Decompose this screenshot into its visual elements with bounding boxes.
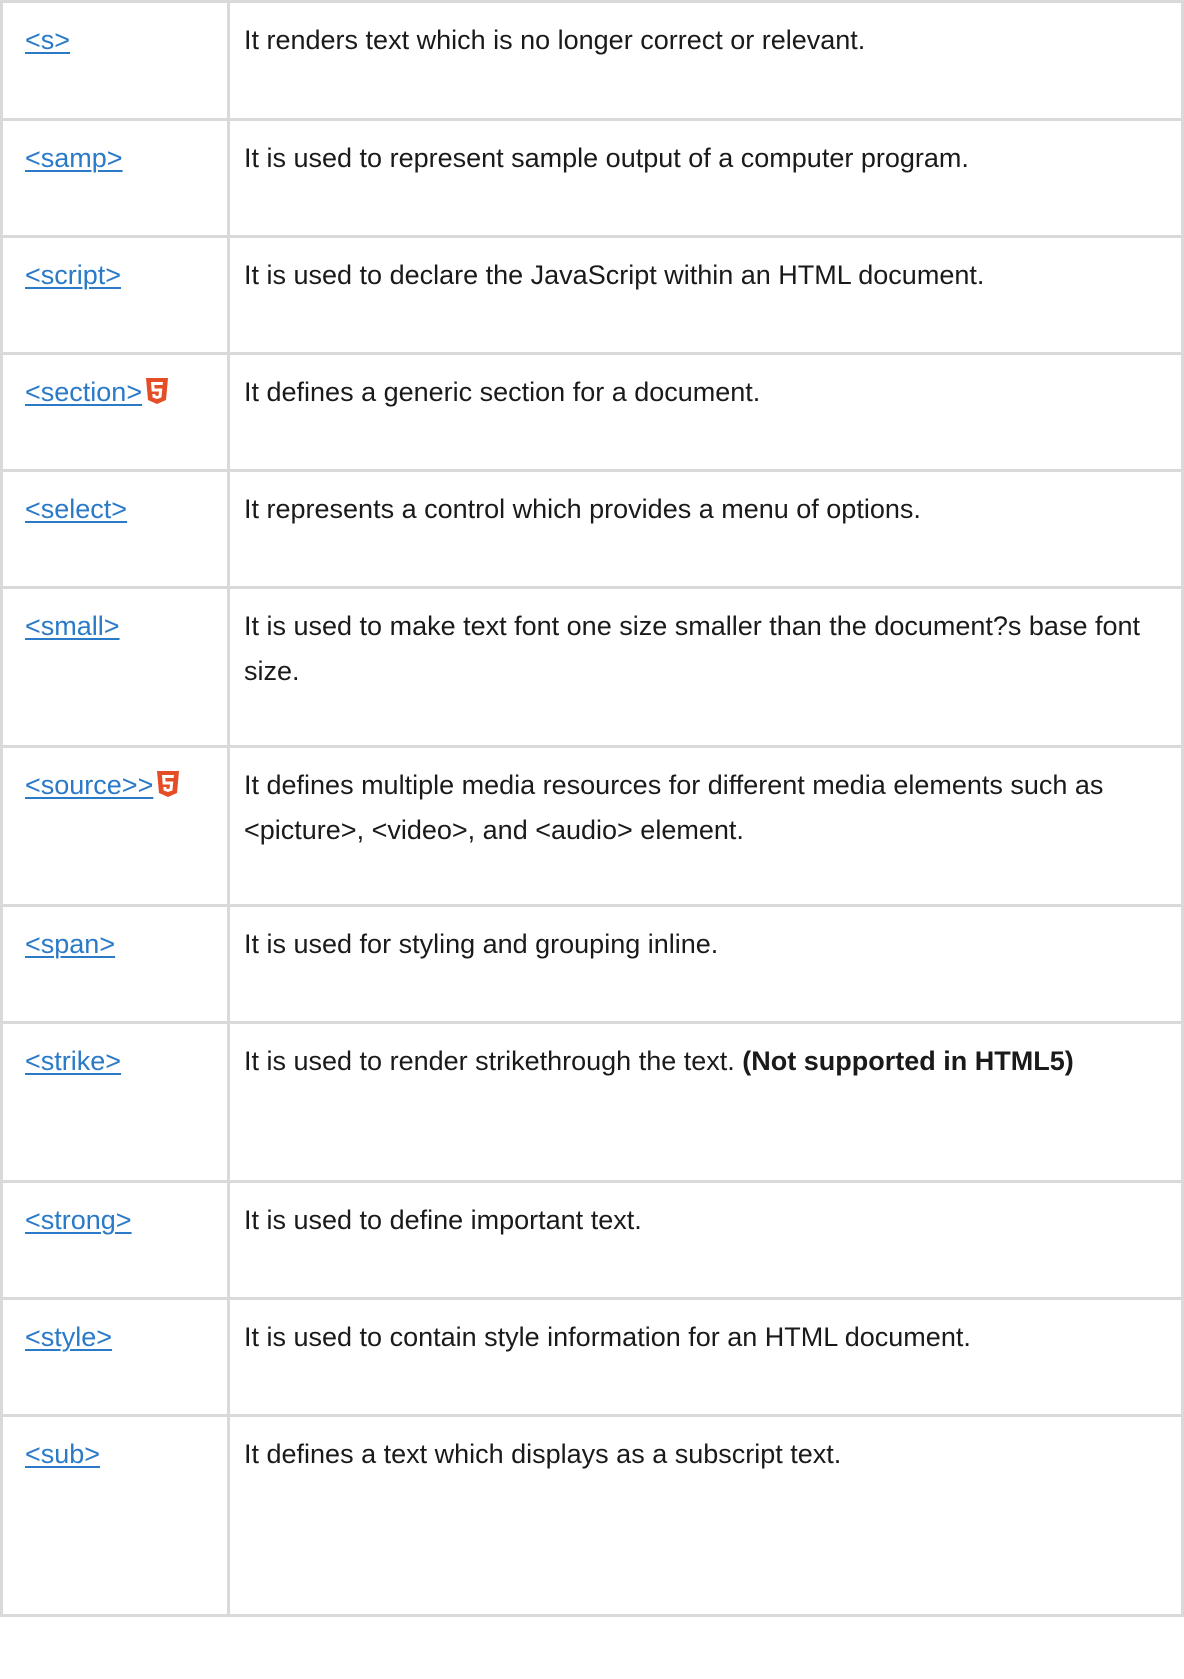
tag-cell: <script> xyxy=(0,235,230,355)
description-cell: It defines a generic section for a docum… xyxy=(227,352,1184,472)
tag-cell: <section> xyxy=(0,352,230,472)
table-row: <source>> It defines multiple media resou… xyxy=(0,745,1184,907)
table-row: <s> It renders text which is no longer co… xyxy=(0,0,1184,121)
tag-cell: <source>> xyxy=(0,745,230,907)
table-row: <style> It is used to contain style infor… xyxy=(0,1297,1184,1417)
table-row: <sub> It defines a text which displays as… xyxy=(0,1414,1184,1617)
description-cell: It is used to render strikethrough the t… xyxy=(227,1021,1184,1183)
table-row: <span> It is used for styling and groupin… xyxy=(0,904,1184,1024)
tag-link[interactable]: <sub> xyxy=(25,1439,100,1469)
description-text: It is used to define important text. xyxy=(244,1205,642,1235)
description-text: It defines a text which displays as a su… xyxy=(244,1439,842,1469)
tag-cell: <s> xyxy=(0,0,230,121)
tag-cell: <select> xyxy=(0,469,230,589)
description-text: It defines a generic section for a docum… xyxy=(244,377,761,407)
tag-cell: <strong> xyxy=(0,1180,230,1300)
description-text: It is used to declare the JavaScript wit… xyxy=(244,260,985,290)
tag-link[interactable]: <select> xyxy=(25,494,127,524)
description-cell: It defines a text which displays as a su… xyxy=(227,1414,1184,1617)
description-cell: It is used to declare the JavaScript wit… xyxy=(227,235,1184,355)
description-text: It is used to contain style information … xyxy=(244,1322,971,1352)
tag-link[interactable]: <s> xyxy=(25,25,70,55)
html-tags-table: <s> It renders text which is no longer co… xyxy=(0,0,1184,1617)
table-row: <strike> It is used to render strikethrou… xyxy=(0,1021,1184,1183)
tag-link[interactable]: <source>> xyxy=(25,770,153,800)
description-cell: It is used to represent sample output of… xyxy=(227,118,1184,238)
table-row: <script> It is used to declare the JavaSc… xyxy=(0,235,1184,355)
description-cell: It is used for styling and grouping inli… xyxy=(227,904,1184,1024)
table-row: <small> It is used to make text font one … xyxy=(0,586,1184,748)
description-text: It is used to render strikethrough the t… xyxy=(244,1046,743,1076)
description-text: It represents a control which provides a… xyxy=(244,494,921,524)
description-cell: It is used to make text font one size sm… xyxy=(227,586,1184,748)
description-cell: It represents a control which provides a… xyxy=(227,469,1184,589)
tag-cell: <sub> xyxy=(0,1414,230,1617)
description-text: It renders text which is no longer corre… xyxy=(244,25,866,55)
tag-cell: <small> xyxy=(0,586,230,748)
tag-link[interactable]: <strong> xyxy=(25,1205,132,1235)
table-body: <s> It renders text which is no longer co… xyxy=(0,0,1184,1617)
description-text: It defines multiple media resources for … xyxy=(244,770,1104,845)
unsupported-note: (Not supported in HTML5) xyxy=(742,1046,1074,1076)
table-row: <strong> It is used to define important t… xyxy=(0,1180,1184,1300)
tag-cell: <span> xyxy=(0,904,230,1024)
table-row: <select> It represents a control which pr… xyxy=(0,469,1184,589)
tag-link[interactable]: <style> xyxy=(25,1322,112,1352)
tag-link[interactable]: <samp> xyxy=(25,143,123,173)
description-cell: It defines multiple media resources for … xyxy=(227,745,1184,907)
tag-cell: <style> xyxy=(0,1297,230,1417)
description-cell: It renders text which is no longer corre… xyxy=(227,0,1184,121)
table-row: <samp> It is used to represent sample out… xyxy=(0,118,1184,238)
html5-logo-icon xyxy=(157,771,180,797)
description-text: It is used to make text font one size sm… xyxy=(244,611,1140,686)
description-text: It is used to represent sample output of… xyxy=(244,143,969,173)
description-cell: It is used to contain style information … xyxy=(227,1297,1184,1417)
tag-link[interactable]: <strike> xyxy=(25,1046,121,1076)
tag-cell: <strike> xyxy=(0,1021,230,1183)
tag-link[interactable]: <span> xyxy=(25,929,115,959)
tag-link[interactable]: <small> xyxy=(25,611,120,641)
html5-logo-icon xyxy=(146,378,169,404)
table-row: <section> It defines a generic section fo… xyxy=(0,352,1184,472)
tag-link[interactable]: <script> xyxy=(25,260,121,290)
tag-link[interactable]: <section> xyxy=(25,377,142,407)
tag-cell: <samp> xyxy=(0,118,230,238)
description-text: It is used for styling and grouping inli… xyxy=(244,929,719,959)
description-cell: It is used to define important text. xyxy=(227,1180,1184,1300)
